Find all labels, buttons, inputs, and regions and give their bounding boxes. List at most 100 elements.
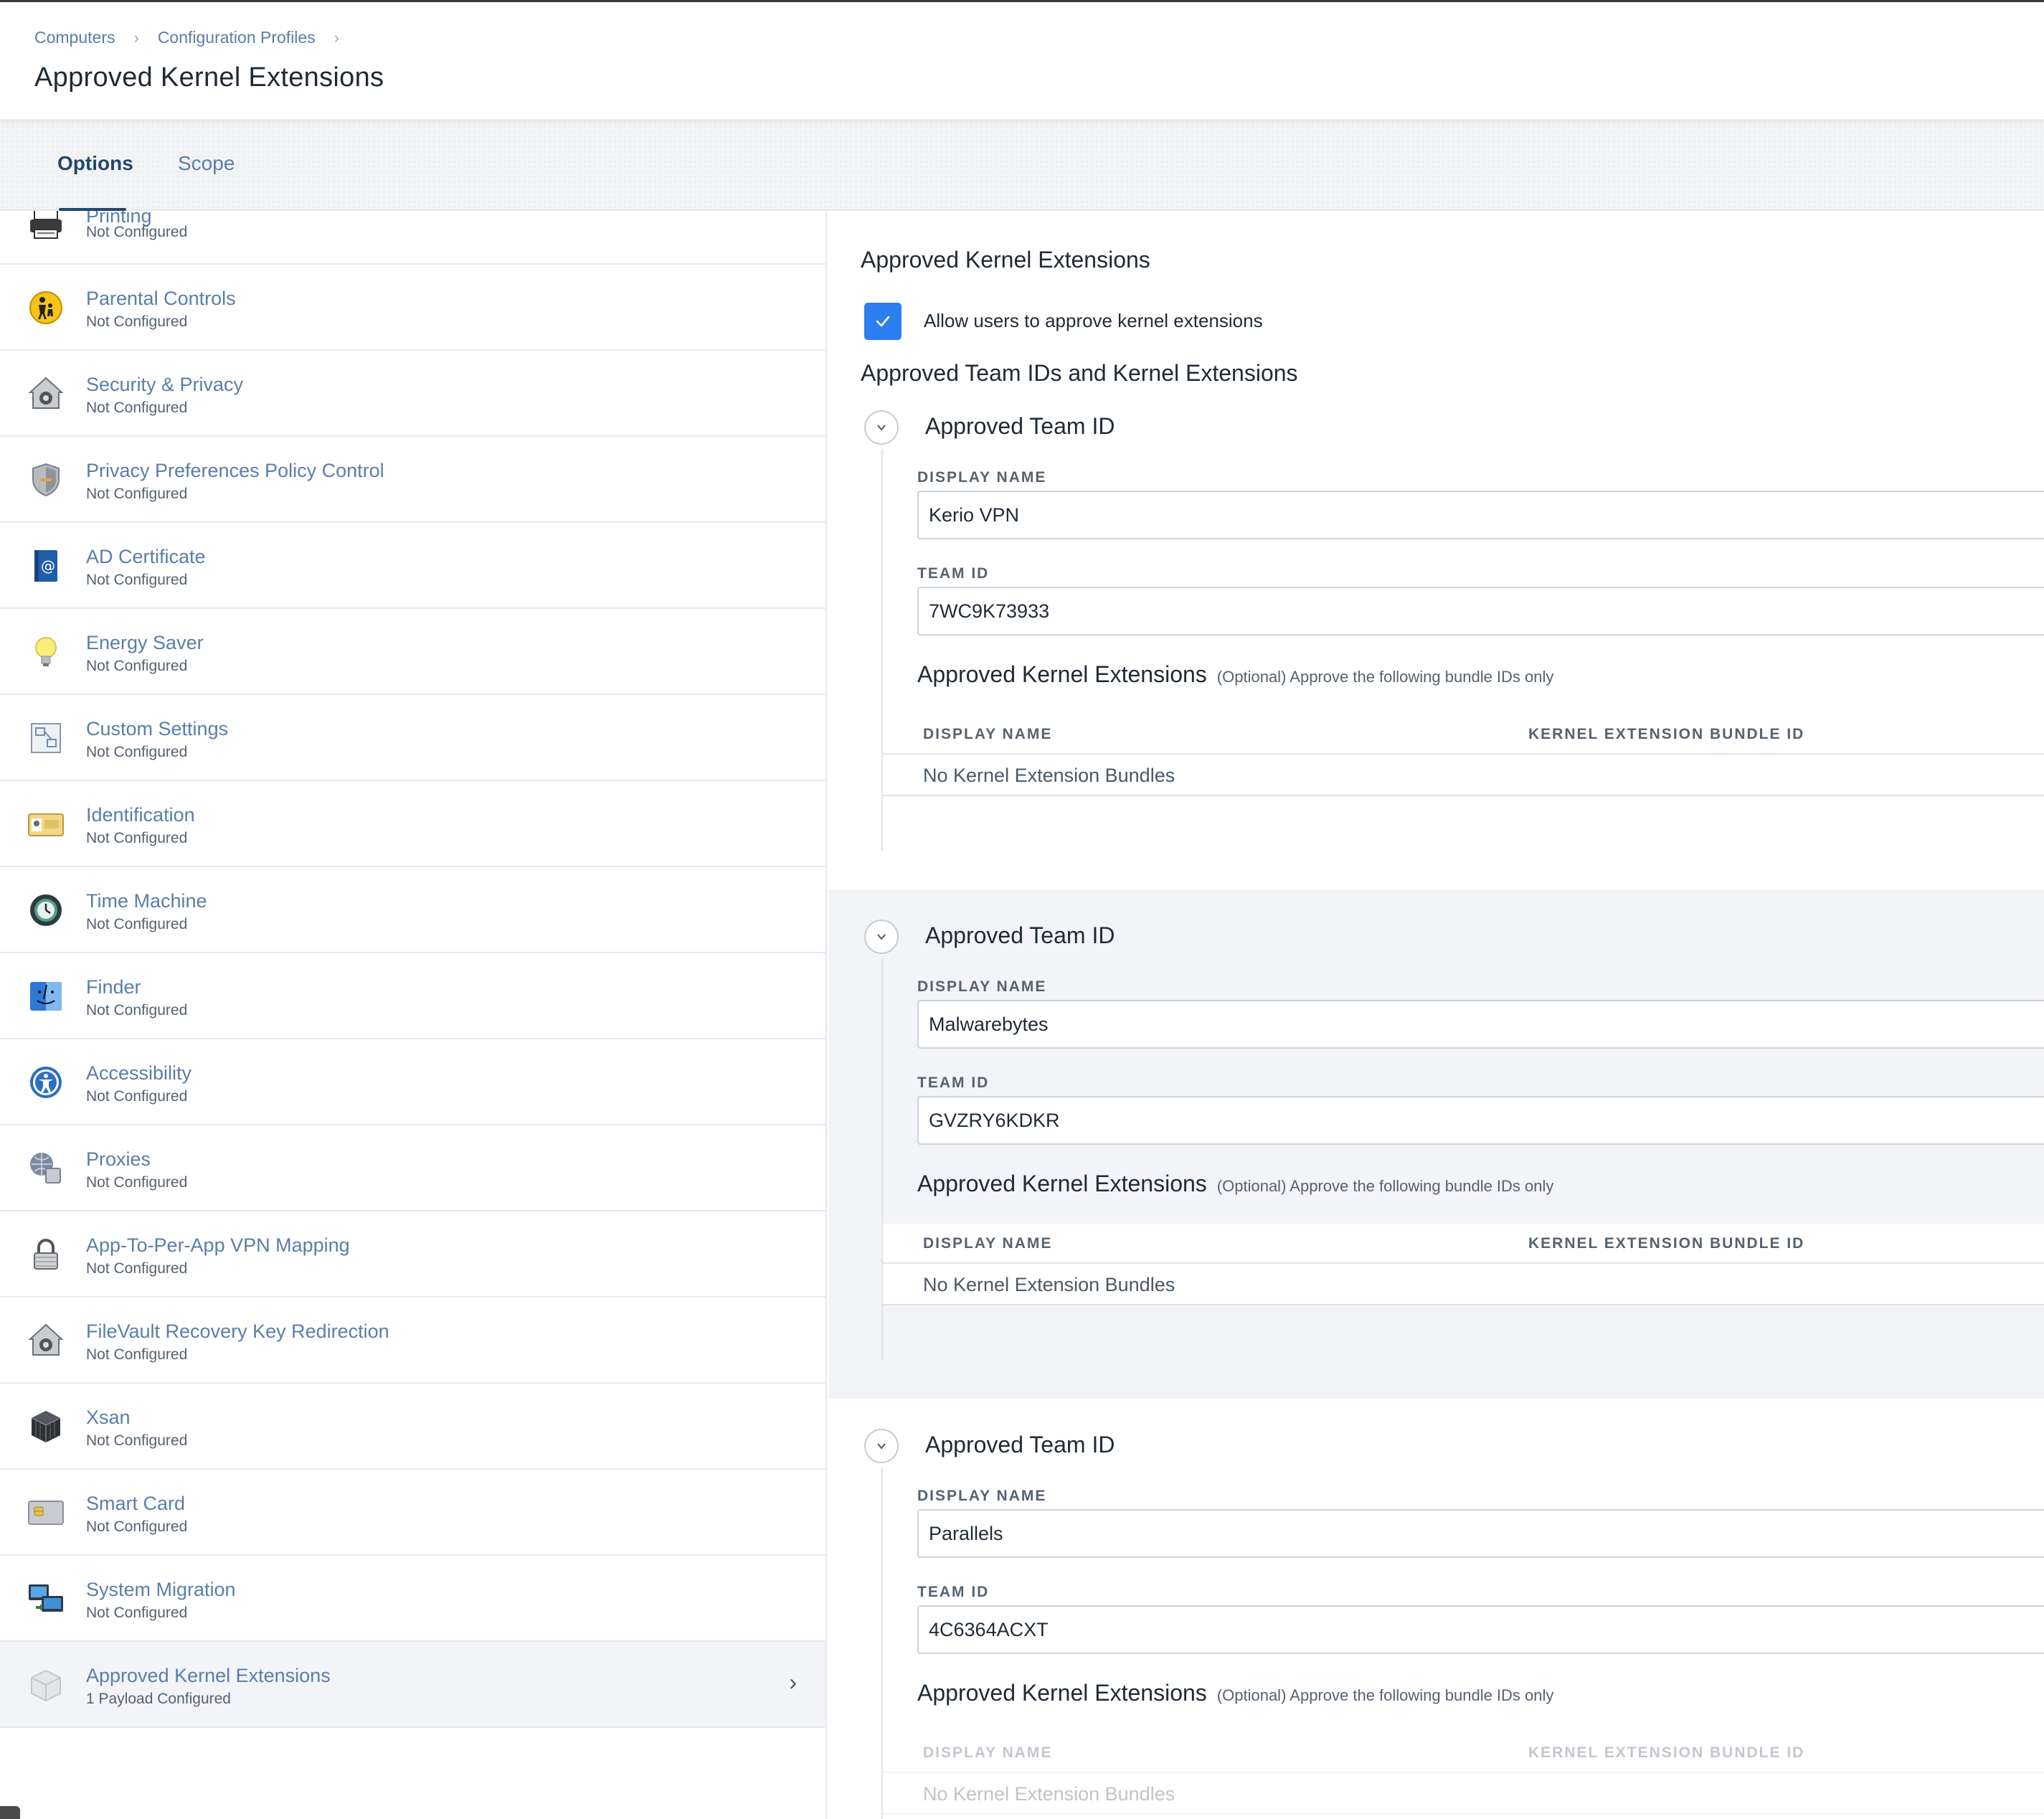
- sidebar-item-smart-card[interactable]: Smart Card Not Configured: [0, 1470, 825, 1556]
- sidebar-item-ad-certificate[interactable]: @ AD Certificate Not Configured: [0, 523, 825, 609]
- sidebar-item-label: Xsan: [86, 1407, 131, 1428]
- kext-table-empty-row: No Kernel Extension Bundles: [883, 755, 2044, 796]
- sidebar-item-label: Time Machine: [86, 890, 207, 912]
- sidebar-item-status: Not Configured: [86, 1088, 188, 1105]
- chevron-down-icon: [877, 934, 886, 940]
- sidebar-item-time-machine[interactable]: Time Machine Not Configured: [0, 867, 825, 953]
- teams-section-title: Approved Team IDs and Kernel Extensions: [861, 360, 1298, 386]
- sidebar-item-status: Not Configured: [86, 830, 188, 846]
- sidebar-item-label: Approved Kernel Extensions: [86, 1665, 331, 1686]
- accessibility-icon: [30, 1067, 62, 1098]
- allow-approve-label: Allow users to approve kernel extensions: [924, 310, 1263, 331]
- kext-optional-hint: (Optional) Approve the following bundle …: [1216, 1177, 1554, 1195]
- sidebar-item-proxies[interactable]: Proxies Not Configured: [0, 1125, 825, 1211]
- sidebar-item-accessibility[interactable]: Accessibility Not Configured: [0, 1039, 825, 1125]
- sidebar-item-approved-kernel-extensions[interactable]: Approved Kernel Extensions 1 Payload Con…: [0, 1642, 825, 1728]
- sidebar-item-printing[interactable]: Printing Not Configured: [0, 211, 825, 265]
- display-name-input[interactable]: Kerio VPN: [917, 491, 2044, 539]
- breadcrumb-separator: ›: [133, 28, 139, 47]
- custom-settings-icon: [31, 723, 61, 753]
- tab-bar: Options Scope: [0, 119, 2044, 211]
- sidebar-item-filevault-redirection[interactable]: FileVault Recovery Key Redirection Not C…: [0, 1298, 825, 1384]
- kext-table-header: DISPLAY NAME KERNEL EXTENSION BUNDLE ID: [883, 1733, 2044, 1773]
- xsan-cube-icon: [31, 1411, 61, 1442]
- sidebar-item-system-migration[interactable]: System Migration Not Configured: [0, 1556, 825, 1642]
- chevron-down-icon: [877, 425, 886, 431]
- sidebar-item-energy-saver[interactable]: Energy Saver Not Configured: [0, 609, 825, 695]
- display-name-input[interactable]: Malwarebytes: [917, 1000, 2044, 1049]
- kext-section-title: Approved Kernel Extensions (Optional) App…: [917, 1171, 1553, 1197]
- page-title: Approved Kernel Extensions: [34, 62, 384, 93]
- kext-title-text: Approved Kernel Extensions: [917, 1680, 1207, 1706]
- sidebar-item-app-vpn-mapping[interactable]: App-To-Per-App VPN Mapping Not Configure…: [0, 1211, 825, 1298]
- tab-scope[interactable]: Scope: [178, 152, 235, 175]
- display-name-label: DISPLAY NAME: [917, 978, 1047, 995]
- team-header: Approved Team ID: [925, 1432, 1115, 1457]
- kext-table-header: DISPLAY NAME KERNEL EXTENSION BUNDLE ID: [883, 1224, 2044, 1264]
- sidebar-item-label: App-To-Per-App VPN Mapping: [86, 1234, 350, 1256]
- kext-optional-hint: (Optional) Approve the following bundle …: [1216, 1686, 1554, 1704]
- empty-state-text: No Kernel Extension Bundles: [923, 1783, 1175, 1805]
- team-id-input[interactable]: GVZRY6KDKR: [917, 1096, 2044, 1145]
- sidebar-item-identification[interactable]: Identification Not Configured: [0, 781, 825, 867]
- display-name-label: DISPLAY NAME: [917, 469, 1047, 486]
- column-bundle-id: KERNEL EXTENSION BUNDLE ID: [1528, 1744, 1805, 1761]
- sidebar-item-privacy-preferences[interactable]: Privacy Preferences Policy Control Not C…: [0, 437, 825, 523]
- collapse-team-button[interactable]: [864, 410, 899, 445]
- tab-options[interactable]: Options: [57, 152, 133, 175]
- kext-optional-hint: (Optional) Approve the following bundle …: [1216, 668, 1554, 686]
- sidebar-item-status: Not Configured: [86, 744, 188, 760]
- team-header: Approved Team ID: [925, 413, 1115, 439]
- kext-table-header: DISPLAY NAME KERNEL EXTENSION BUNDLE ID: [883, 714, 2044, 755]
- lightbulb-icon: [35, 637, 57, 666]
- display-name-input[interactable]: Parallels: [917, 1509, 2044, 1558]
- empty-state-text: No Kernel Extension Bundles: [923, 765, 1175, 786]
- sidebar-item-status: Not Configured: [86, 1346, 188, 1363]
- sidebar-item-status: Not Configured: [86, 1174, 188, 1191]
- kext-table-empty-row: No Kernel Extension Bundles: [883, 1773, 2044, 1815]
- sidebar-item-status: Not Configured: [86, 486, 188, 502]
- sidebar-item-label: Energy Saver: [86, 632, 204, 653]
- sidebar-item-label: Security & Privacy: [86, 374, 244, 395]
- kext-title-text: Approved Kernel Extensions: [917, 1171, 1207, 1196]
- collapse-team-button[interactable]: [864, 1429, 899, 1463]
- allow-approve-checkbox[interactable]: [864, 303, 902, 340]
- lock-icon: [34, 1239, 58, 1270]
- team-id-input[interactable]: 4C6364ACXT: [917, 1605, 2044, 1654]
- sidebar-item-status: Not Configured: [86, 400, 188, 416]
- sidebar-item-xsan[interactable]: Xsan Not Configured: [0, 1384, 825, 1470]
- display-name-label: DISPLAY NAME: [917, 1488, 1047, 1504]
- sidebar-item-status: Not Configured: [86, 224, 188, 240]
- breadcrumb-configuration-profiles[interactable]: Configuration Profiles: [158, 28, 316, 47]
- sidebar-item-label: Smart Card: [86, 1493, 186, 1514]
- collapse-team-button[interactable]: [864, 920, 899, 954]
- column-bundle-id: KERNEL EXTENSION BUNDLE ID: [1528, 726, 1805, 742]
- team-header: Approved Team ID: [925, 922, 1115, 948]
- sidebar-item-parental-controls[interactable]: Parental Controls Not Configured: [0, 265, 825, 351]
- finder-icon: [30, 982, 62, 1011]
- section-title: Approved Kernel Extensions: [861, 247, 1150, 273]
- sidebar-item-status: Not Configured: [86, 658, 188, 674]
- empty-state-text: No Kernel Extension Bundles: [923, 1274, 1175, 1295]
- svg-text:@: @: [41, 557, 55, 575]
- parental-controls-icon: [29, 291, 62, 324]
- sidebar-item-finder[interactable]: Finder Not Configured: [0, 953, 825, 1039]
- breadcrumb-separator: ›: [333, 28, 340, 47]
- sidebar-item-status: Not Configured: [86, 1518, 188, 1535]
- active-tab-indicator: [59, 208, 126, 211]
- chevron-down-icon: [877, 1443, 886, 1450]
- time-machine-icon: [30, 894, 62, 926]
- sidebar-item-status: Not Configured: [86, 1432, 188, 1449]
- sidebar-item-label: Custom Settings: [86, 718, 229, 740]
- breadcrumb-computers[interactable]: Computers: [34, 28, 115, 47]
- filevault-icon: [28, 1323, 64, 1356]
- security-privacy-icon: [28, 377, 64, 409]
- sidebar-item-security-privacy[interactable]: Security & Privacy Not Configured: [0, 351, 825, 437]
- proxies-globe-icon: [30, 1153, 61, 1183]
- sidebar-item-status: Not Configured: [86, 916, 188, 932]
- payload-sidebar: Printing Not Configured Parental Control…: [0, 211, 827, 1819]
- system-migration-icon: [29, 1584, 63, 1612]
- team-id-input[interactable]: 7WC9K73933: [917, 587, 2044, 636]
- sidebar-item-custom-settings[interactable]: Custom Settings Not Configured: [0, 695, 825, 781]
- team-id-label: TEAM ID: [917, 1074, 990, 1091]
